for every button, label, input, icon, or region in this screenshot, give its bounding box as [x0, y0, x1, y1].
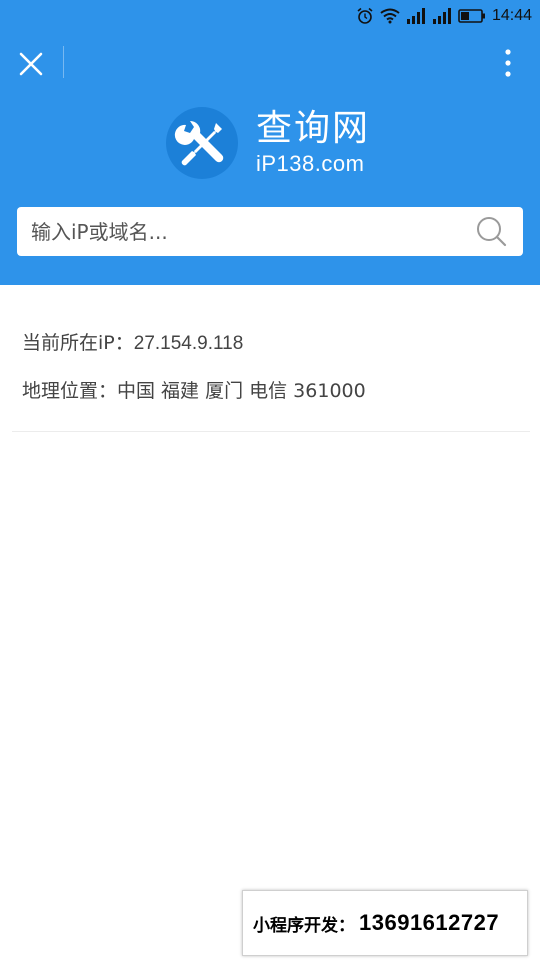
location-row: 地理位置：中国 福建 厦门 电信 361000 [22, 376, 366, 403]
logo: 查询网 iP138.com [166, 107, 396, 179]
logo-title: 查询网 [256, 108, 371, 149]
search-icon[interactable] [475, 215, 507, 247]
signal-icon-1 [406, 8, 425, 24]
promo-label: 小程序开发： [253, 915, 355, 936]
promo-phone: 13691612727 [359, 910, 500, 935]
alarm-icon [357, 7, 373, 24]
ip-label: 当前所在iP： [22, 332, 134, 354]
battery-icon [458, 9, 485, 23]
location-value: 中国 福建 厦门 电信 361000 [117, 380, 366, 402]
wifi-icon [380, 8, 400, 24]
close-icon[interactable] [18, 51, 44, 77]
current-ip-row: 当前所在iP：27.154.9.118 [22, 328, 243, 355]
header-bar: 14:44 查询网 iP138.com [0, 0, 540, 285]
header-divider [63, 46, 64, 78]
logo-subtitle: iP138.com [256, 151, 365, 176]
content-divider [12, 431, 530, 432]
logo-tools-icon [166, 107, 238, 179]
promo-banner: 小程序开发： 13691612727 [242, 890, 528, 956]
search-input[interactable] [17, 207, 523, 256]
signal-icon-2 [432, 8, 451, 24]
status-bar: 14:44 [0, 0, 540, 32]
ip-value: 27.154.9.118 [133, 333, 244, 354]
status-icons: 14:44 [356, 6, 532, 26]
location-label: 地理位置： [22, 380, 118, 402]
status-time: 14:44 [491, 7, 532, 24]
more-menu-icon[interactable] [498, 46, 518, 80]
